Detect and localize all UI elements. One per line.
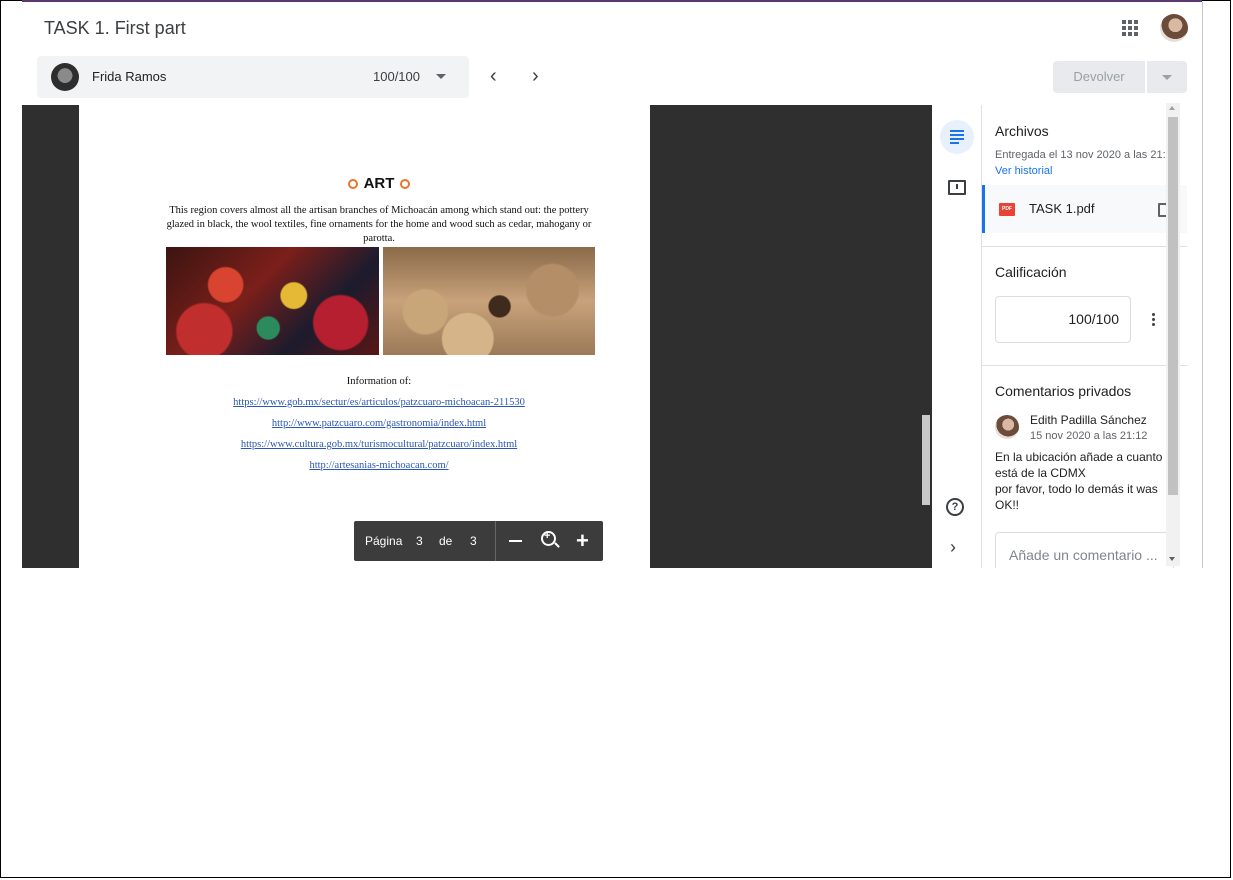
more-options-icon[interactable]: [1152, 313, 1155, 328]
current-page[interactable]: 3: [416, 534, 423, 548]
submission-date: Entregada el 13 nov 2020 a las 21:19: [995, 149, 1178, 161]
chevron-right-icon[interactable]: ›: [950, 537, 956, 558]
grade-value: 100/100: [1068, 311, 1119, 327]
comment-text: En la ubicación añade a cuanto está de l…: [995, 450, 1163, 512]
details-panel: Archivos Entregada el 13 nov 2020 a las …: [982, 105, 1187, 568]
student-selector[interactable]: Frida Ramos 100/100: [37, 56, 469, 98]
files-tab[interactable]: [940, 120, 974, 154]
panel-scrollbar-thumb[interactable]: [1168, 117, 1178, 495]
apps-grid-icon[interactable]: [1122, 20, 1138, 36]
divider: [982, 246, 1187, 247]
next-student-icon[interactable]: ›: [532, 66, 539, 86]
zoom-icon[interactable]: [541, 530, 556, 546]
assignment-details-icon: [950, 130, 964, 144]
private-comments-title: Comentarios privados: [995, 383, 1132, 399]
of-label: de: [439, 534, 453, 548]
comment-author: Edith Padilla Sánchez: [1030, 413, 1147, 427]
divider: [982, 365, 1187, 366]
divider: [495, 521, 496, 561]
commenter-avatar: [995, 415, 1019, 439]
page-label: Página: [365, 534, 403, 548]
page-controls-bar: Página 3 de 3 +: [354, 521, 603, 561]
total-pages: 3: [470, 534, 477, 548]
grade-input[interactable]: 100/100: [995, 296, 1131, 343]
student-grade: 100/100: [373, 69, 420, 84]
document-heading: ART: [79, 175, 679, 192]
chevron-down-icon[interactable]: [436, 74, 446, 79]
document-page: ART This region covers almost all the ar…: [79, 105, 650, 568]
straw-crafts-market-photo: [383, 247, 595, 355]
account-avatar[interactable]: [1160, 14, 1188, 42]
return-button[interactable]: Devolver: [1053, 61, 1145, 93]
add-comment-input[interactable]: Añade un comentario ...: [995, 532, 1174, 568]
student-name: Frida Ramos: [92, 69, 167, 84]
pdf-icon: PDF: [999, 203, 1015, 216]
source-link[interactable]: http://artesanias-michoacan.com/: [79, 460, 679, 471]
source-link[interactable]: http://www.patzcuaro.com/gastronomia/ind…: [79, 418, 679, 429]
source-link[interactable]: https://www.cultura.gob.mx/turismocultur…: [79, 439, 679, 450]
history-link[interactable]: Ver historial: [995, 165, 1052, 177]
files-title: Archivos: [995, 123, 1049, 139]
attached-file[interactable]: PDF TASK 1.pdf: [982, 185, 1187, 233]
return-options-button[interactable]: [1147, 61, 1187, 93]
viewer-scrollbar[interactable]: [922, 415, 930, 505]
information-label: Information of:: [346, 376, 412, 387]
document-viewer: ART This region covers almost all the ar…: [22, 105, 932, 568]
zoom-out-icon[interactable]: [509, 540, 522, 542]
comment-icon[interactable]: [948, 180, 966, 195]
source-link[interactable]: https://www.gob.mx/sectur/es/articulos/p…: [79, 397, 679, 408]
document-paragraph: This region covers almost all the artisa…: [166, 205, 592, 244]
side-rail: ? ›: [933, 105, 982, 568]
grade-title: Calificación: [995, 264, 1067, 280]
scroll-down-icon[interactable]: [1169, 557, 1175, 561]
classroom-grading-window: TASK 1. First part Frida Ramos 100/100 ‹…: [22, 2, 1203, 568]
file-name: TASK 1.pdf: [1029, 201, 1095, 216]
lacquered-plates-photo: [166, 247, 379, 355]
scroll-up-icon[interactable]: [1169, 106, 1175, 110]
zoom-in-icon[interactable]: +: [576, 528, 589, 554]
bullet-dot-icon: [400, 179, 411, 190]
student-avatar: [51, 63, 79, 91]
comment-date: 15 nov 2020 a las 21:12: [1030, 430, 1148, 442]
previous-student-icon[interactable]: ‹: [490, 66, 497, 86]
assignment-title: TASK 1. First part: [44, 18, 186, 38]
bullet-dot-icon: [347, 179, 358, 190]
help-icon[interactable]: ?: [946, 498, 964, 516]
